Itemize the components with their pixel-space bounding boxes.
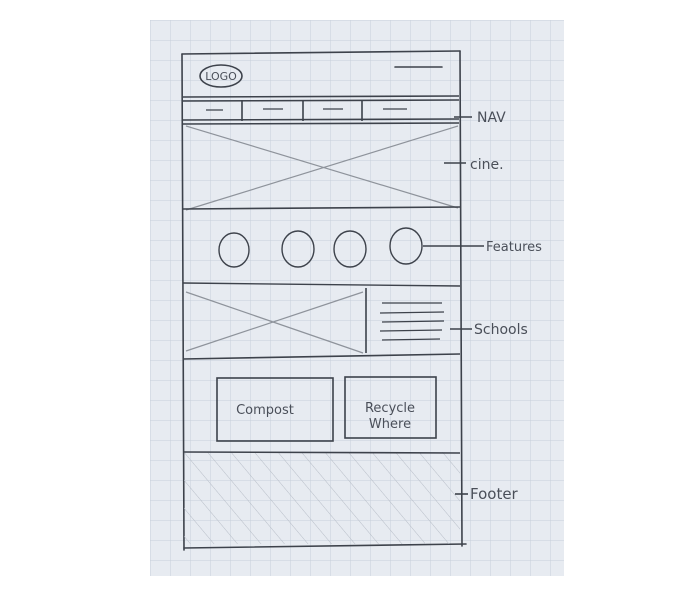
- compost-button-label: Compost: [236, 403, 294, 418]
- annotation-features-label: Features: [486, 240, 542, 255]
- annotation-footer-label: Footer: [470, 485, 519, 503]
- footer-area: [182, 451, 461, 544]
- annotation-schools-label: Schools: [474, 322, 528, 338]
- annotation-cine-label: cine.: [470, 157, 504, 173]
- sketch-paper: LOGO Compost Recycle Where NAV cine. Fea…: [150, 20, 564, 576]
- recycle-button-label-line2: Where: [369, 417, 411, 432]
- logo-text: LOGO: [205, 70, 237, 83]
- recycle-button-label-line1: Recycle: [365, 401, 415, 416]
- annotation-nav-label: NAV: [477, 110, 506, 126]
